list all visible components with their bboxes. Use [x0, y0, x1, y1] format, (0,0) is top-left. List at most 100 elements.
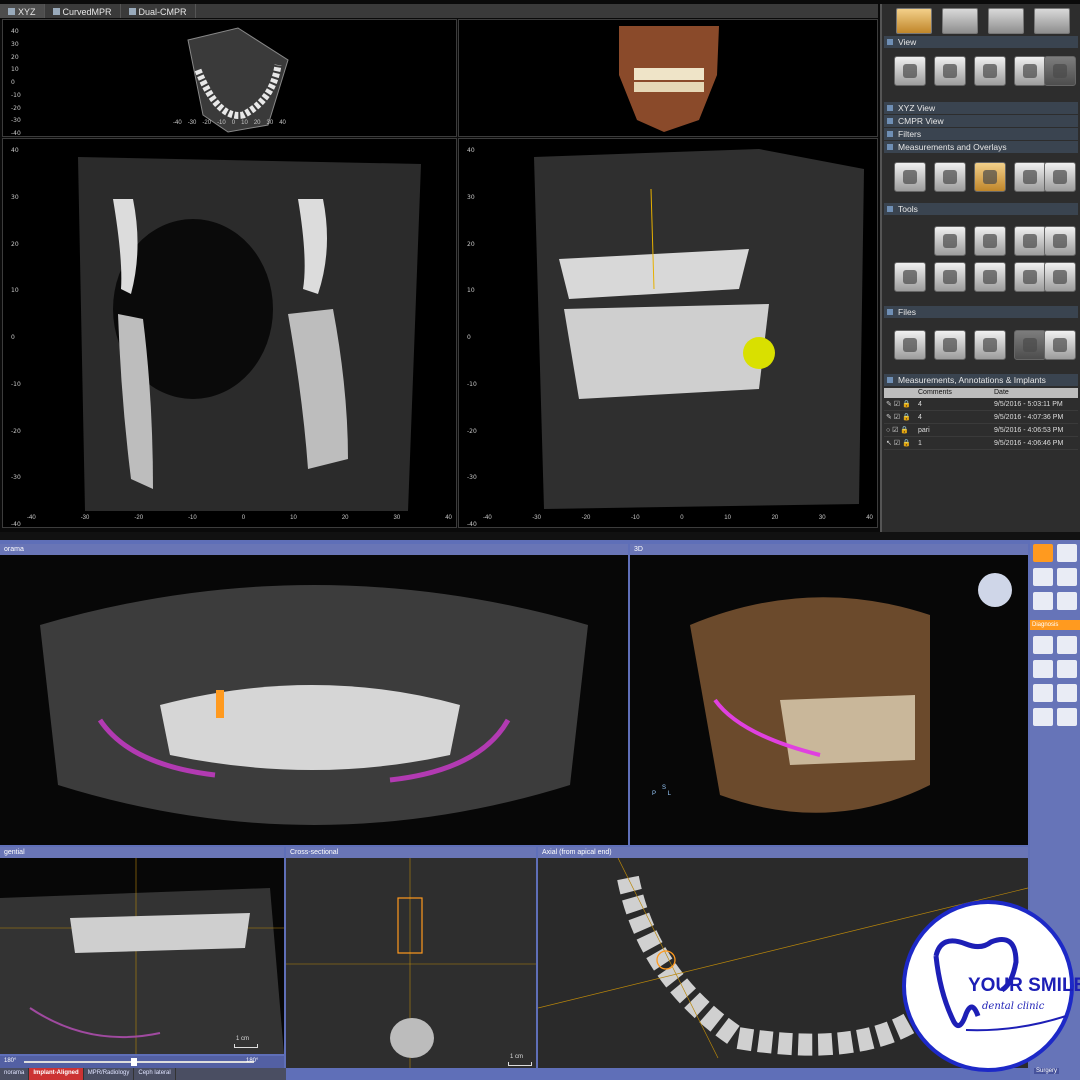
distance-icon[interactable]	[1033, 660, 1053, 678]
arch-icon[interactable]	[1033, 636, 1053, 654]
tangential-header: gential	[0, 847, 284, 858]
ruler-icon[interactable]	[1057, 708, 1077, 726]
table-row[interactable]: ○ ☑ 🔒 pari 9/5/2016 - 4:06:53 PM	[884, 424, 1078, 437]
ruler-tick-label: -30	[80, 515, 90, 521]
ruler-tick-label: -40	[173, 120, 182, 126]
tab-panorama[interactable]: norama	[0, 1068, 30, 1080]
ruler-tick-label: -40	[27, 515, 36, 521]
magnet-button[interactable]	[974, 330, 1006, 360]
implant-marker[interactable]	[743, 337, 775, 369]
ruler-tick-label: 10	[241, 120, 248, 126]
cross-scale: 1 cm	[507, 1054, 533, 1066]
surgery-label[interactable]: Surgery	[1034, 1068, 1060, 1074]
crown-button[interactable]	[934, 262, 966, 292]
tangential-viewport[interactable]: 1 cm	[0, 858, 284, 1054]
layers-icon[interactable]	[1057, 568, 1077, 586]
row-icons[interactable]: ✎ ☑ 🔒	[884, 411, 918, 423]
curve-tool-button[interactable]	[1044, 56, 1076, 86]
row-icons[interactable]: ○ ☑ 🔒	[884, 424, 918, 436]
ruler-tick-label: -30	[187, 120, 197, 126]
arch-curve-button[interactable]	[934, 226, 966, 256]
info-button[interactable]	[988, 8, 1024, 34]
print-icon[interactable]	[1033, 684, 1053, 702]
cube-icon[interactable]	[1057, 636, 1077, 654]
coronal-viewport[interactable]: 40 30 20 10 0 -10 -20 -30 -40 -40 -30 -20 -10 0 10 20 3…	[2, 138, 457, 528]
dual-icon	[128, 8, 136, 15]
settings-button[interactable]	[1034, 8, 1070, 34]
section-xyz-view[interactable]: XYZ View	[884, 102, 1078, 114]
ruler-tick-label: 0	[231, 120, 236, 126]
bone-density-button[interactable]	[894, 262, 926, 292]
nerve-icon[interactable]	[1057, 684, 1077, 702]
axial-header: Axial (from apical end)	[538, 847, 1028, 858]
section-cmpr-view[interactable]: CMPR View	[884, 115, 1078, 127]
magnifier-button[interactable]	[1014, 56, 1046, 86]
ruler-tick-label: 20	[771, 515, 779, 521]
sagittal-viewport[interactable]: 40 30 20 10 0 -10 -20 -30 -40 -40 -30 -20 -10 0 10 20 3…	[458, 138, 878, 528]
diagnosis-section[interactable]: Diagnosis	[1030, 620, 1080, 630]
axial-viewport[interactable]: 40 30 20 10 0 -10 -20 -30 -40 -40 -30 -20 -10 0 10 20 3…	[2, 19, 457, 137]
row-icons[interactable]: ↖ ☑ 🔒	[884, 437, 918, 449]
reset-view-button[interactable]	[894, 56, 926, 86]
control-panel: View XYZ View CMPR View Filters Measurem…	[880, 4, 1080, 532]
table-row[interactable]: ↖ ☑ 🔒 1 9/5/2016 - 4:06:46 PM	[884, 437, 1078, 450]
cross-sectional-header: Cross-sectional	[286, 847, 536, 858]
tab-ceph-lateral[interactable]: Ceph lateral	[134, 1068, 176, 1080]
angle-icon[interactable]	[1057, 660, 1077, 678]
view3d-viewport[interactable]: S P L	[630, 555, 1028, 845]
camera-button[interactable]	[1044, 226, 1076, 256]
panorama-viewport[interactable]	[0, 555, 628, 845]
hand-pan-button[interactable]	[934, 162, 966, 192]
hand-tool-icon[interactable]	[1057, 544, 1077, 562]
select-pointer-button[interactable]	[894, 162, 926, 192]
zoom-out-icon[interactable]	[1033, 592, 1053, 610]
dicom-import-button[interactable]	[934, 330, 966, 360]
tab-implant-aligned[interactable]: Implant-Aligned	[29, 1068, 84, 1080]
zoom-in-icon[interactable]	[1033, 568, 1053, 586]
section-measurements-list[interactable]: Measurements, Annotations & Implants	[884, 374, 1078, 386]
tab-mpr-radiology[interactable]: MPR/Radiology	[84, 1068, 135, 1080]
implant-button[interactable]	[974, 226, 1006, 256]
section-measurements-overlays[interactable]: Measurements and Overlays	[884, 141, 1078, 153]
layout-button[interactable]	[896, 8, 932, 34]
ruler-tick-label: 20	[253, 120, 261, 126]
cross-sectional-viewport[interactable]: 1 cm	[286, 858, 536, 1068]
pointer-tool-icon[interactable]	[1033, 544, 1053, 562]
section-tools[interactable]: Tools	[884, 203, 1078, 215]
table-row[interactable]: ✎ ☑ 🔒 4 9/5/2016 - 5:03:11 PM	[884, 398, 1078, 411]
scale-1-1-button[interactable]	[974, 56, 1006, 86]
implant-model[interactable]	[216, 690, 224, 718]
section-filters[interactable]: Filters	[884, 128, 1078, 140]
link-button[interactable]	[1014, 330, 1046, 360]
section-view[interactable]: View	[884, 36, 1078, 48]
dicom-export-button[interactable]	[894, 330, 926, 360]
cube-button[interactable]	[974, 262, 1006, 292]
scan-button[interactable]	[942, 8, 978, 34]
angle-tool-button[interactable]	[1014, 162, 1046, 192]
layout-tab-bar: norama Implant-Aligned MPR/Radiology Cep…	[0, 1068, 286, 1080]
slider-thumb[interactable]	[131, 1058, 137, 1066]
panorama-header: orama	[0, 544, 628, 555]
section-files[interactable]: Files	[884, 306, 1078, 318]
tab-dual-cmpr[interactable]: Dual-CMPR	[121, 4, 196, 18]
row-icons[interactable]: ✎ ☑ 🔒	[884, 398, 918, 410]
annotation-tool-button[interactable]	[1044, 162, 1076, 192]
ruler-tick-label: -10	[188, 515, 197, 521]
render-3d-viewport[interactable]	[458, 19, 878, 137]
download-icon[interactable]	[1057, 592, 1077, 610]
table-row[interactable]: ✎ ☑ 🔒 4 9/5/2016 - 4:07:36 PM	[884, 411, 1078, 424]
save-button[interactable]	[1044, 330, 1076, 360]
orientation-head-icon[interactable]	[978, 573, 1012, 607]
profile-icon[interactable]	[1033, 708, 1053, 726]
panorama-image	[40, 585, 588, 825]
fullscreen-button[interactable]	[934, 56, 966, 86]
tab-curvedmpr[interactable]: CurvedMPR	[45, 4, 121, 18]
table-header: Comments Date	[884, 388, 1078, 398]
volume-button[interactable]	[1044, 262, 1076, 292]
measure-tool-button[interactable]	[974, 162, 1006, 192]
tab-xyz[interactable]: XYZ	[0, 4, 45, 18]
mask-button[interactable]	[1014, 262, 1046, 292]
rotation-slider[interactable]: 180° 180°	[0, 1056, 284, 1068]
ruler-tick-label: -20	[581, 515, 591, 521]
nerve-button[interactable]	[1014, 226, 1046, 256]
